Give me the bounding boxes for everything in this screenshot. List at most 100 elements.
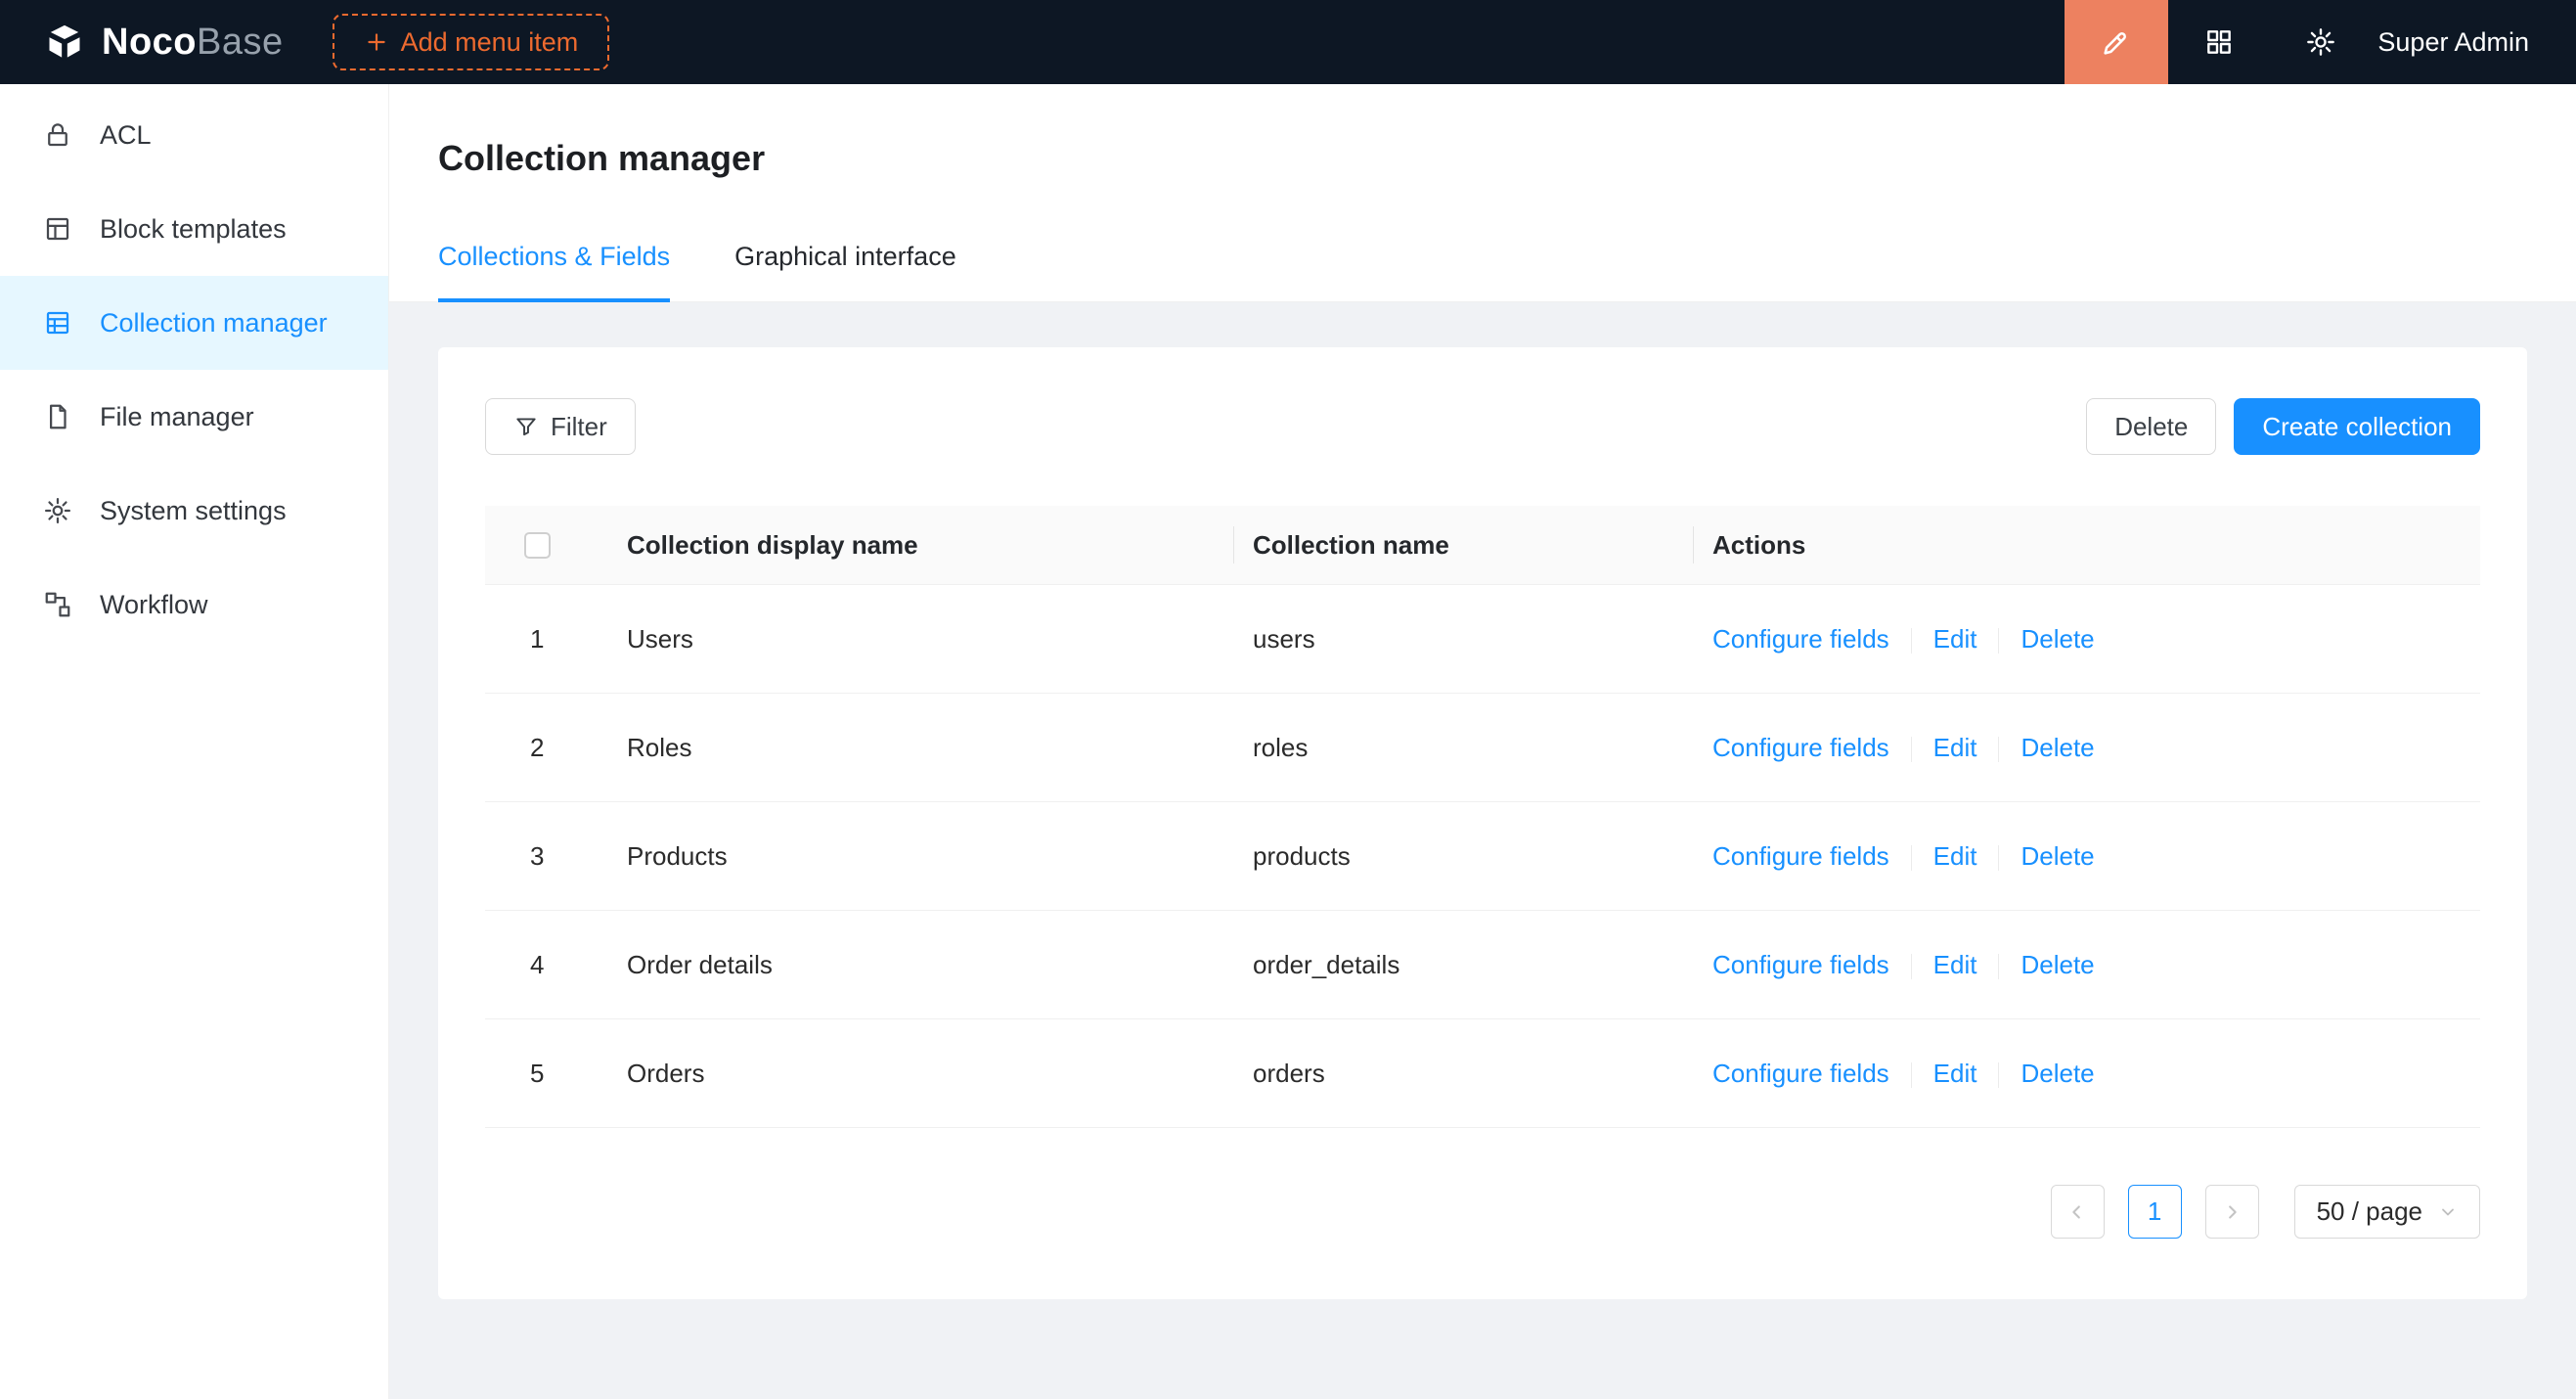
row-index: 2 [485, 733, 627, 763]
chevron-right-icon [2221, 1201, 2243, 1223]
sidebar-item-system-settings[interactable]: System settings [0, 464, 388, 558]
delete-button[interactable]: Delete [2086, 398, 2216, 455]
action-divider [1998, 954, 1999, 979]
row-index: 3 [485, 841, 627, 872]
configure-fields-link[interactable]: Configure fields [1712, 733, 1889, 762]
table-row: 5 Orders orders Configure fieldsEditDele… [485, 1019, 2480, 1128]
delete-link[interactable]: Delete [2021, 624, 2094, 654]
edit-link[interactable]: Edit [1933, 950, 1977, 979]
row-actions: Configure fields Edit Delete [1712, 733, 2480, 763]
ui-editor-button[interactable] [2065, 0, 2168, 84]
sidebar-item-label: Block templates [100, 214, 287, 245]
brand-wordmark: NocoBase [102, 22, 284, 64]
delete-link[interactable]: Delete [2021, 1059, 2094, 1088]
workflow-icon [43, 590, 72, 619]
add-menu-item-button[interactable]: Add menu item [333, 14, 610, 70]
sidebar-item-label: Collection manager [100, 308, 328, 338]
tab-collections-fields[interactable]: Collections & Fields [438, 241, 670, 301]
logo: NocoBase [43, 21, 284, 64]
sidebar-item-label: Workflow [100, 590, 208, 620]
action-divider [1911, 737, 1912, 762]
edit-link[interactable]: Edit [1933, 1059, 1977, 1088]
page-title: Collection manager [438, 139, 2576, 178]
gear-icon [43, 496, 72, 525]
sidebar-item-label: System settings [100, 496, 287, 526]
collection-display-name: Roles [627, 733, 1253, 763]
nocobase-logo-icon [43, 21, 86, 64]
row-index: 5 [485, 1059, 627, 1089]
sidebar-item-acl[interactable]: ACL [0, 88, 388, 182]
row-actions: Configure fields Edit Delete [1712, 1059, 2480, 1089]
table-row: 4 Order details order_details Configure … [485, 911, 2480, 1019]
grid-icon [2203, 26, 2235, 58]
sidebar: ACL Block templates Collection manager [0, 84, 389, 1399]
collection-name: users [1253, 624, 1712, 654]
action-divider [1911, 845, 1912, 871]
row-actions: Configure fields Edit Delete [1712, 624, 2480, 654]
toolbar-right: Delete Create collection [2086, 398, 2480, 455]
row-index: 1 [485, 624, 627, 654]
tab-graphical-interface[interactable]: Graphical interface [734, 241, 956, 301]
plus-icon [364, 29, 389, 55]
collection-display-name: Users [627, 624, 1253, 654]
sidebar-item-block-templates[interactable]: Block templates [0, 182, 388, 276]
prev-page-button[interactable] [2051, 1185, 2105, 1239]
row-index: 4 [485, 950, 627, 980]
collection-display-name: Products [627, 841, 1253, 872]
action-divider [1998, 737, 1999, 762]
row-actions: Configure fields Edit Delete [1712, 950, 2480, 980]
card-toolbar: Filter Delete Create collection [485, 398, 2480, 455]
sidebar-item-file-manager[interactable]: File manager [0, 370, 388, 464]
table-row: 2 Roles roles Configure fieldsEditDelete [485, 694, 2480, 802]
main-layout: ACL Block templates Collection manager [0, 84, 2576, 1399]
row-actions: Configure fields Edit Delete [1712, 841, 2480, 872]
page-1-button[interactable]: 1 [2128, 1185, 2182, 1239]
chevron-down-icon [2438, 1202, 2458, 1222]
brand-noco: Noco [102, 22, 197, 63]
create-collection-button[interactable]: Create collection [2234, 398, 2480, 455]
plugins-grid-button[interactable] [2168, 0, 2270, 84]
configure-fields-link[interactable]: Configure fields [1712, 841, 1889, 871]
column-header-collection-name: Collection name [1253, 506, 1712, 584]
filter-button[interactable]: Filter [485, 398, 636, 455]
edit-link[interactable]: Edit [1933, 841, 1977, 871]
page-size-select[interactable]: 50 / page [2294, 1185, 2480, 1239]
funnel-icon [513, 414, 539, 439]
delete-link[interactable]: Delete [2021, 841, 2094, 871]
table-icon [43, 308, 72, 338]
delete-link[interactable]: Delete [2021, 733, 2094, 762]
user-menu[interactable]: Super Admin [2377, 27, 2529, 58]
sidebar-item-workflow[interactable]: Workflow [0, 558, 388, 652]
configure-fields-link[interactable]: Configure fields [1712, 624, 1889, 654]
chevron-left-icon [2066, 1201, 2088, 1223]
column-header-display-name: Collection display name [627, 506, 1253, 584]
content-area: Collection manager Collections & Fields … [389, 84, 2576, 1399]
next-page-button[interactable] [2205, 1185, 2259, 1239]
delete-link[interactable]: Delete [2021, 950, 2094, 979]
edit-link[interactable]: Edit [1933, 733, 1977, 762]
table-header-row: Collection display name Collection name … [485, 506, 2480, 585]
collection-display-name: Orders [627, 1059, 1253, 1089]
configure-fields-link[interactable]: Configure fields [1712, 950, 1889, 979]
page-body: Filter Delete Create collection Col [389, 302, 2576, 1399]
action-divider [1998, 845, 1999, 871]
edit-link[interactable]: Edit [1933, 624, 1977, 654]
column-header-actions: Actions [1712, 506, 2480, 584]
action-divider [1998, 628, 1999, 654]
configure-fields-link[interactable]: Configure fields [1712, 1059, 1889, 1088]
app-root: NocoBase Add menu item [0, 0, 2576, 1399]
tab-label: Graphical interface [734, 242, 956, 271]
sidebar-item-label: File manager [100, 402, 254, 432]
add-menu-item-label: Add menu item [401, 27, 579, 58]
settings-gear-button[interactable] [2270, 0, 2372, 84]
collection-name: products [1253, 841, 1712, 872]
select-all-checkbox[interactable] [524, 532, 551, 559]
top-header: NocoBase Add menu item [0, 0, 2576, 84]
action-divider [1911, 954, 1912, 979]
sidebar-item-label: ACL [100, 120, 152, 151]
tab-bar: Collections & Fields Graphical interface [438, 241, 2576, 301]
current-page: 1 [2148, 1196, 2161, 1227]
file-icon [43, 402, 72, 431]
table-row: 3 Products products Configure fields Edit… [485, 802, 2480, 911]
sidebar-item-collection-manager[interactable]: Collection manager [0, 276, 388, 370]
